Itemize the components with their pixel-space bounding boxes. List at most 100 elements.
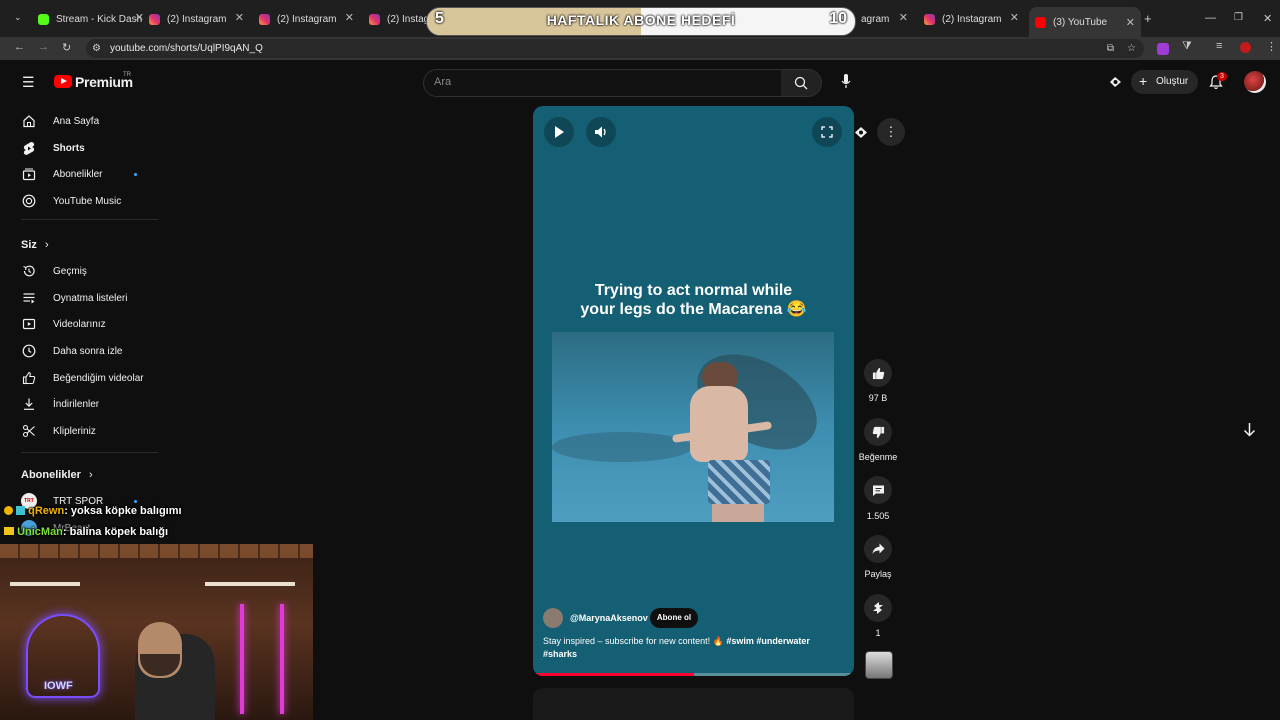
profile-avatar-icon[interactable]	[1240, 42, 1251, 53]
short-description: Stay inspired – subscribe for new conten…	[543, 635, 843, 661]
swim-shorts	[708, 460, 770, 504]
remix-button[interactable]	[864, 594, 892, 622]
subscriptions-section-title[interactable]: Abonelikler ›	[21, 469, 93, 481]
fullscreen-button[interactable]	[812, 117, 842, 147]
reload-icon[interactable]: ↻	[62, 41, 71, 54]
youtube-logo-icon[interactable]	[54, 75, 72, 88]
microphone-icon[interactable]	[841, 74, 851, 89]
search-box[interactable]: Ara	[423, 69, 783, 97]
hashtags[interactable]: #sharks	[543, 649, 577, 659]
tab-title: (2) Instagram	[942, 13, 1002, 25]
playlist-icon	[21, 290, 37, 306]
browser-toolbar: ← → ↻ ⚙ youtube.com/shorts/UqlPI9qAN_Q ⧉…	[0, 37, 1280, 60]
sidebar-item-your-videos[interactable]: Videolarınız	[21, 314, 171, 334]
country-badge: TR	[123, 72, 131, 78]
short-progress-track[interactable]	[533, 673, 854, 676]
sidebar-item-label: Videolarınız	[53, 318, 106, 330]
extension-icon[interactable]	[1157, 43, 1169, 55]
chat-badge-icon	[4, 506, 13, 515]
sidebar-item-shorts[interactable]: Shorts	[21, 138, 171, 158]
install-app-icon[interactable]: ⧉	[1107, 39, 1114, 58]
browser-tab[interactable]: (2) Instagram ✕	[259, 8, 354, 30]
close-tab-icon[interactable]: ✕	[235, 11, 244, 24]
comment-count: 1.505	[866, 511, 890, 521]
sidebar-item-subscriptions[interactable]: Abonelikler	[21, 164, 171, 184]
dislike-button[interactable]	[864, 418, 892, 446]
chat-message: qRewn: yoksa köpke balıgımı	[4, 505, 182, 517]
arrow-down-icon[interactable]	[1243, 422, 1256, 437]
more-options-button[interactable]: ⋮	[877, 118, 905, 146]
neon-logo: IOWF	[44, 680, 73, 692]
scissors-icon	[21, 423, 37, 439]
address-bar[interactable]: ⚙ youtube.com/shorts/UqlPI9qAN_Q ⧉ ☆	[86, 39, 1144, 58]
browser-tab-active[interactable]: (3) YouTube ✕	[1029, 7, 1141, 37]
site-info-icon[interactable]: ⚙	[92, 39, 101, 58]
sidebar-item-history[interactable]: Geçmiş	[21, 261, 171, 281]
sidebar-item-home[interactable]: Ana Sayfa	[21, 111, 171, 131]
notification-count-badge: 3	[1217, 72, 1227, 81]
browser-tab[interactable]: (2) Instagram ✕	[924, 8, 1019, 30]
comment-icon	[872, 485, 884, 496]
play-button[interactable]	[544, 117, 574, 147]
short-caption: Trying to act normal while your legs do …	[533, 281, 854, 319]
share-button[interactable]	[864, 535, 892, 563]
channel-avatar[interactable]	[543, 608, 563, 628]
channel-name[interactable]: @MarynaAksenov	[570, 613, 648, 623]
like-button[interactable]	[864, 359, 892, 387]
create-button[interactable]: + Oluştur	[1131, 70, 1198, 94]
sidebar-item-youtube-music[interactable]: YouTube Music	[21, 191, 171, 211]
hashtags[interactable]: #swim #underwater	[726, 636, 810, 646]
chat-text: : balina köpek balığı	[62, 526, 169, 538]
extensions-puzzle-icon[interactable]: ⧩	[1182, 40, 1192, 53]
short-progress-fill	[533, 673, 694, 676]
media-control-icon[interactable]: ≡	[1216, 40, 1222, 52]
subscriptions-icon	[21, 166, 37, 182]
you-section-title[interactable]: Siz ›	[21, 239, 49, 251]
close-tab-icon[interactable]: ✕	[899, 11, 908, 24]
history-icon	[21, 263, 37, 279]
sidebar-item-watch-later[interactable]: Daha sonra izle	[21, 341, 171, 361]
minimize-icon[interactable]: —	[1205, 12, 1216, 24]
like-count: 97 B	[868, 393, 888, 403]
sidebar-item-clips[interactable]: Klipleriniz	[21, 421, 171, 441]
browser-tab[interactable]: (2) Instagram	[369, 8, 429, 30]
hamburger-menu-icon[interactable]: ☰	[22, 74, 35, 91]
sidebar-item-playlists[interactable]: Oynatma listeleri	[21, 288, 171, 308]
account-avatar[interactable]	[1244, 71, 1266, 93]
chat-badge-icon	[16, 506, 26, 515]
goal-title: HAFTALIK ABONE HEDEFİ	[546, 12, 736, 28]
tab-title: agram	[861, 13, 890, 25]
chat-text: : yoksa köpke balıgımı	[64, 505, 182, 517]
browser-tab[interactable]: Stream - Kick Dash ✕	[38, 8, 144, 30]
close-window-icon[interactable]: ✕	[1263, 12, 1272, 25]
tab-list-icon[interactable]: ⌄	[14, 12, 22, 23]
close-tab-icon[interactable]: ✕	[135, 11, 144, 24]
close-tab-icon[interactable]: ✕	[1126, 16, 1135, 29]
sidebar-item-label: Geçmiş	[53, 265, 87, 277]
restore-icon[interactable]: ❐	[1234, 12, 1243, 23]
browser-menu-icon[interactable]: ⋮	[1266, 40, 1277, 53]
gemini-sparkle-icon[interactable]	[1108, 75, 1123, 89]
instagram-favicon-icon	[924, 13, 935, 25]
volume-button[interactable]	[586, 117, 616, 147]
sound-thumbnail[interactable]	[865, 651, 893, 679]
led-strip	[240, 604, 244, 714]
new-tab-icon[interactable]: +	[1144, 11, 1152, 26]
next-short-preview[interactable]	[533, 688, 854, 720]
caption-line: your legs do the Macarena 😂	[580, 301, 807, 318]
bookmark-star-icon[interactable]: ☆	[1127, 39, 1136, 58]
gemini-sparkle-icon[interactable]	[853, 125, 869, 140]
search-button[interactable]	[781, 69, 822, 97]
sidebar-item-downloads[interactable]: İndirilenler	[21, 394, 171, 414]
forward-icon[interactable]: →	[38, 41, 49, 53]
close-tab-icon[interactable]: ✕	[345, 11, 354, 24]
subscribe-button[interactable]: Abone ol	[650, 608, 698, 628]
comments-button[interactable]	[864, 476, 892, 504]
sidebar-item-liked-videos[interactable]: Beğendiğim videolar	[21, 368, 171, 388]
close-tab-icon[interactable]: ✕	[1010, 11, 1019, 24]
search-placeholder: Ara	[434, 76, 452, 88]
chat-username: UnicMan	[17, 526, 63, 538]
sidebar-item-label: Oynatma listeleri	[53, 292, 128, 304]
browser-tab[interactable]: (2) Instagram ✕	[149, 8, 244, 30]
back-icon[interactable]: ←	[14, 41, 25, 53]
